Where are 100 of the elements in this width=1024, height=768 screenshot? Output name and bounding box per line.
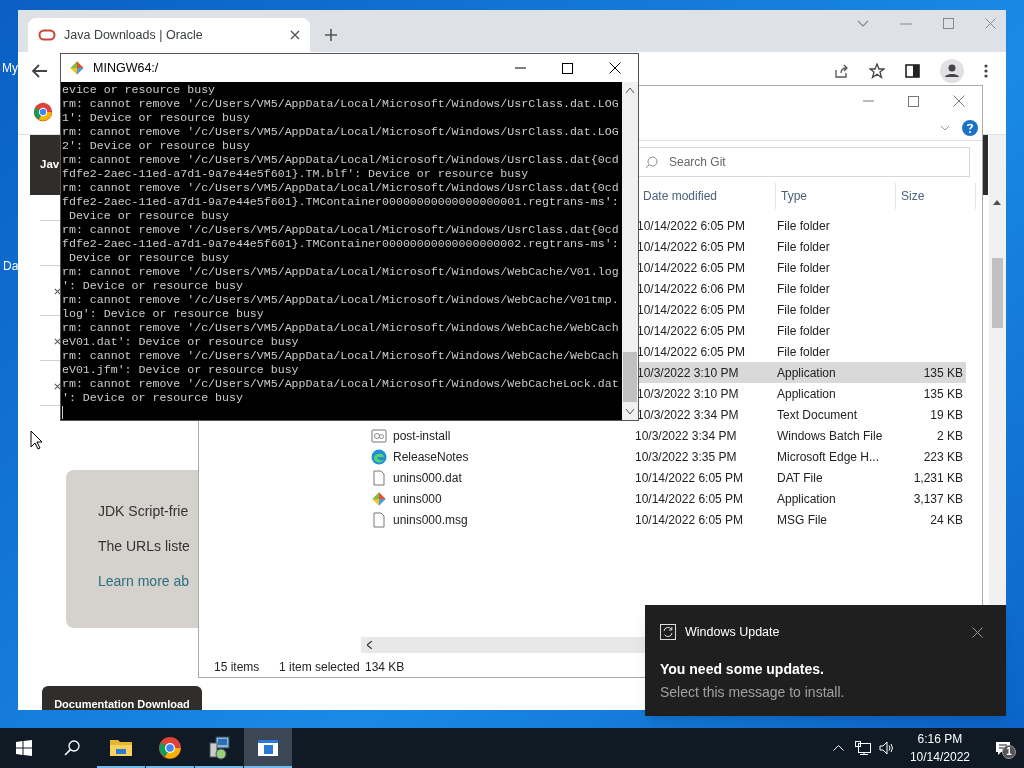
terminal-line: rm: cannot remove '/c/Users/VM5/AppData/Local/Microsoft/Windows/WebCache/WebCach [62,321,620,335]
file-row[interactable]: 10/3/2022 3:10 PM Application 135 KB [636,362,966,383]
batch-file-icon [371,427,387,444]
status-text: 15 items [214,659,261,676]
more-menu-icon[interactable] [984,64,988,78]
type-cell-text: Application [776,385,837,403]
search-icon [645,156,658,169]
type-cell-text: File folder [776,322,831,340]
column-header[interactable]: Type [776,183,896,209]
date-cell-text: 10/14/2022 6:05 PM [636,238,747,256]
terminal-line: ': Device or resource busy [62,279,244,293]
volume-icon[interactable] [878,741,894,755]
back-arrow-icon[interactable] [32,64,48,78]
desktop-icon-label[interactable]: My [2,59,18,77]
date-cell-text: 10/3/2022 3:35 PM [634,448,738,466]
documentation-download-button[interactable]: Documentation Download [42,686,202,710]
action-center-button[interactable]: 1 [982,728,1024,768]
update-icon [660,624,677,641]
date-cell-text: 10/14/2022 6:05 PM [636,217,747,235]
status-text: 1 item selected [279,659,361,676]
up-arrow-icon[interactable] [993,200,1001,205]
chrome-logo-icon [33,102,53,122]
edge-logo-icon [371,448,387,465]
date-cell-text: 10/14/2022 6:05 PM [636,301,747,319]
date-cell-text: 10/14/2022 6:05 PM [636,343,747,361]
terminal-line: Device or resource busy [67,251,230,265]
type-cell-text: File folder [776,343,831,361]
size-cell-text: 19 KB [929,406,963,424]
scrollbar-thumb[interactable] [623,352,637,402]
share-icon[interactable] [834,63,849,79]
date-cell-text: 10/14/2022 6:05 PM [636,259,747,277]
new-tab-icon[interactable] [324,28,338,42]
date-cell-text: 10/14/2022 6:05 PM [634,511,745,529]
help-icon[interactable] [962,120,978,136]
date-cell-text: 10/14/2022 6:06 PM [636,280,747,298]
network-icon[interactable] [854,741,871,755]
type-cell-text: DAT File [776,469,824,487]
chevron-down-icon[interactable] [940,125,950,131]
search-icon [64,740,80,756]
learn-more-link[interactable]: Learn more ab [98,572,190,590]
size-cell-text: 3,137 KB [912,490,963,508]
terminal-line: rm: cannot remove '/c/Users/VM5/AppData/Local/Microsoft/Windows/UsrClass.dat{0cd [62,153,620,167]
search-field[interactable]: Search Git [637,147,970,177]
browser-tab[interactable]: Java Downloads | Oracle [28,18,310,52]
notification-message: Select this message to install. [660,682,846,702]
type-cell-text: Microsoft Edge H... [776,448,881,466]
notification-toast[interactable]: Windows Update You need some updates. Select this message to install. [645,605,1006,716]
taskbar-app[interactable] [244,728,292,768]
size-cell-text: 135 KB [922,364,963,382]
date-cell-text: 10/14/2022 6:05 PM [636,322,747,340]
oracle-logo-icon [38,29,56,41]
clock-time: 6:16 PM [917,731,963,748]
star-icon[interactable] [869,63,885,79]
card-text: The URLs liste [98,537,190,555]
installer-icon [207,736,231,760]
banner-text: Jav [40,157,60,173]
file-icon [371,469,387,486]
type-cell-text: Application [776,490,837,508]
maximize-icon[interactable] [562,62,573,74]
file-name: unins000 [393,490,442,508]
type-cell-text: File folder [776,217,831,235]
date-cell-text: 10/3/2022 3:34 PM [634,427,738,445]
type-cell-text: File folder [776,238,831,256]
app-icon [371,490,387,507]
chrome-logo-icon [158,736,182,760]
size-cell-text: 2 KB [936,427,963,445]
terminal-line: rm: cannot remove '/c/Users/VM5/AppData/Local/Microsoft/Windows/UsrClass.dat{0cd [62,223,620,237]
terminal-line: rm: cannot remove '/c/Users/VM5/AppData/Local/Microsoft/Windows/WebCache/WebCach [62,349,620,363]
vertical-scrollbar[interactable] [622,82,638,420]
chevron-up-icon[interactable] [832,745,844,751]
date-cell-text: 10/3/2022 3:10 PM [636,385,740,403]
column-header[interactable]: Size [896,183,976,209]
file-name: unins000.msg [393,511,468,529]
terminal-line: log': Device or resource busy [62,307,265,321]
file-name: unins000.dat [393,469,462,487]
date-cell-text: 10/14/2022 6:05 PM [634,469,745,487]
side-panel-icon[interactable] [905,64,920,78]
terminal-line: fdfe2-2aec-11ed-a7d1-9a7e44e5f601}.TMContainer00000000000000000002.regtrans-ms': [62,237,620,251]
type-cell-text: Text Document [776,406,859,424]
close-icon[interactable] [972,626,983,638]
date-cell-text: 10/3/2022 3:34 PM [636,406,740,424]
notification-app-name: Windows Update [685,624,780,641]
card-text: JDK Script-frie [98,502,189,520]
file-icon [371,511,387,528]
terminal-line: fdfe2-2aec-11ed-a7d1-9a7e44e5f601}.TMContainer00000000000000000001.regtrans-ms': [62,195,620,209]
chevron-down-icon[interactable] [857,19,869,28]
window-title: MINGW64:/ [93,59,159,77]
terminal-line: rm: cannot remove '/c/Users/VM5/AppData/Local/Microsoft/Windows/WebCacheLock.dat [62,377,620,391]
desktop-icon-label[interactable]: Da [3,257,19,275]
mouse-cursor-icon [30,430,43,450]
terminal-line: rm: cannot remove '/c/Users/VM5/AppData/Local/Microsoft/Windows/UsrClass.dat.LOG [62,97,620,111]
profile-avatar-icon[interactable] [940,59,964,83]
clock[interactable]: 6:16 PM 10/14/2022 [903,730,976,766]
notification-count-badge: 1 [1002,745,1016,759]
close-icon[interactable] [609,62,621,74]
file-name: post-install [393,427,451,445]
size-cell-text: 135 KB [922,385,963,403]
close-icon[interactable] [290,30,300,40]
scrollbar-thumb[interactable] [992,258,1003,328]
terminal-line: 2': Device or resource busy [62,139,251,153]
